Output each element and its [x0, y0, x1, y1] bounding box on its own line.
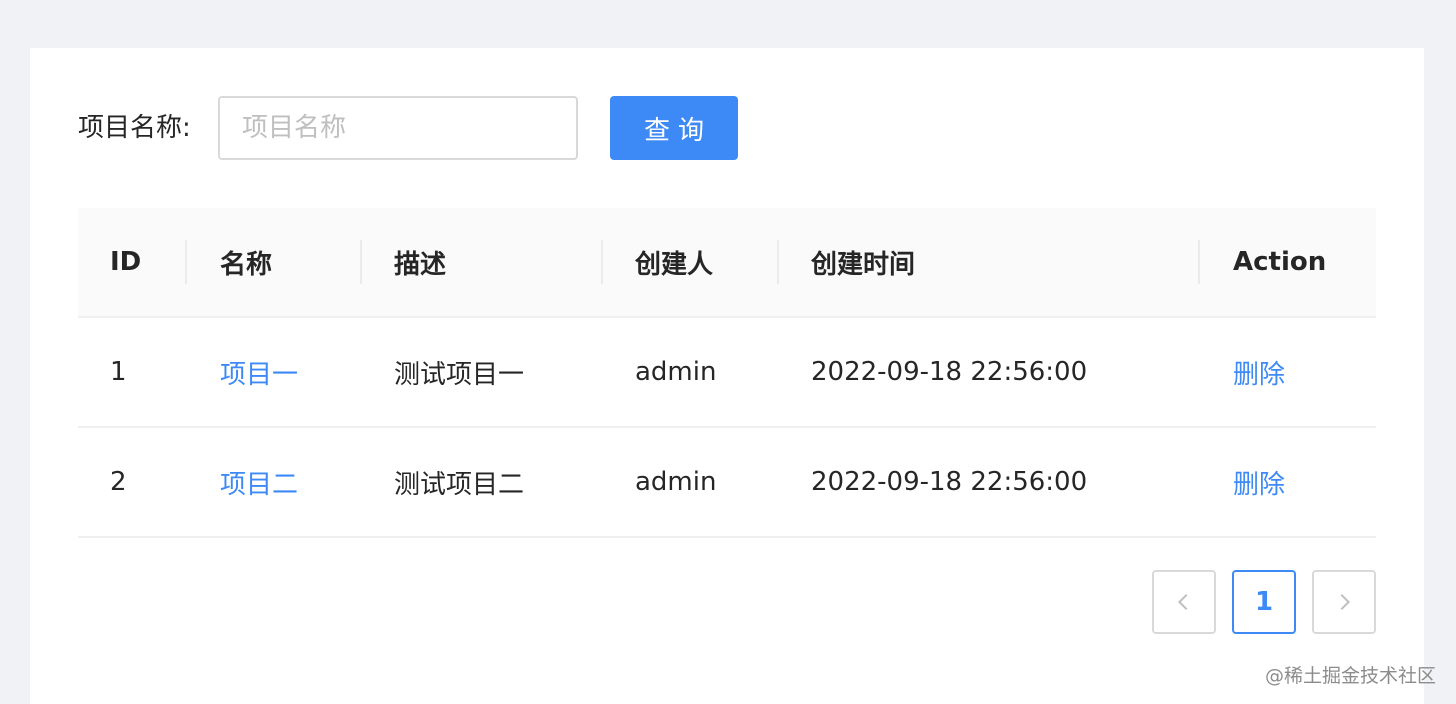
column-header-created-at: 创建时间 — [811, 249, 916, 280]
content-card: 项目名称: 查询 ID 名称 描述 创建人 创建时间 Action 1 项目一 … — [30, 48, 1424, 704]
project-name-label: 项目名称: — [78, 113, 191, 143]
cell-id: 2 — [110, 467, 127, 497]
cell-description: 测试项目二 — [394, 469, 525, 500]
next-page-button[interactable] — [1312, 570, 1376, 634]
delete-link[interactable]: 删除 — [1233, 318, 1285, 426]
project-table: ID 名称 描述 创建人 创建时间 Action 1 项目一 测试项目一 adm… — [78, 208, 1376, 538]
project-name-link[interactable]: 项目一 — [220, 318, 298, 426]
chevron-left-icon — [1177, 593, 1188, 611]
search-form: 项目名称: 查询 — [78, 96, 738, 160]
table-row: 2 项目二 测试项目二 admin 2022-09-18 22:56:00 删除 — [78, 428, 1376, 538]
table-header: ID 名称 描述 创建人 创建时间 Action — [78, 208, 1376, 318]
cell-creator: admin — [635, 357, 717, 387]
column-divider — [601, 240, 603, 284]
chevron-right-icon — [1340, 593, 1351, 611]
watermark: @稀土掘金技术社区 — [1264, 665, 1436, 687]
column-divider — [360, 240, 362, 284]
table-row: 1 项目一 测试项目一 admin 2022-09-18 22:56:00 删除 — [78, 318, 1376, 428]
column-header-action: Action — [1233, 247, 1327, 277]
cell-creator: admin — [635, 467, 717, 497]
column-divider — [185, 240, 187, 284]
cell-id: 1 — [110, 357, 127, 387]
column-header-creator: 创建人 — [635, 249, 714, 280]
column-divider — [777, 240, 779, 284]
column-divider — [1198, 240, 1200, 284]
pagination: 1 — [1152, 570, 1376, 634]
prev-page-button[interactable] — [1152, 570, 1216, 634]
cell-description: 测试项目一 — [394, 359, 525, 390]
column-header-name: 名称 — [220, 249, 273, 280]
project-name-input[interactable] — [218, 96, 578, 160]
page-number-button[interactable]: 1 — [1232, 570, 1296, 634]
project-name-link[interactable]: 项目二 — [220, 428, 298, 536]
delete-link[interactable]: 删除 — [1233, 428, 1285, 536]
column-header-id: ID — [110, 247, 142, 277]
query-button[interactable]: 查询 — [610, 96, 738, 160]
cell-created-at: 2022-09-18 22:56:00 — [811, 357, 1088, 387]
column-header-description: 描述 — [394, 249, 447, 280]
cell-created-at: 2022-09-18 22:56:00 — [811, 467, 1088, 497]
